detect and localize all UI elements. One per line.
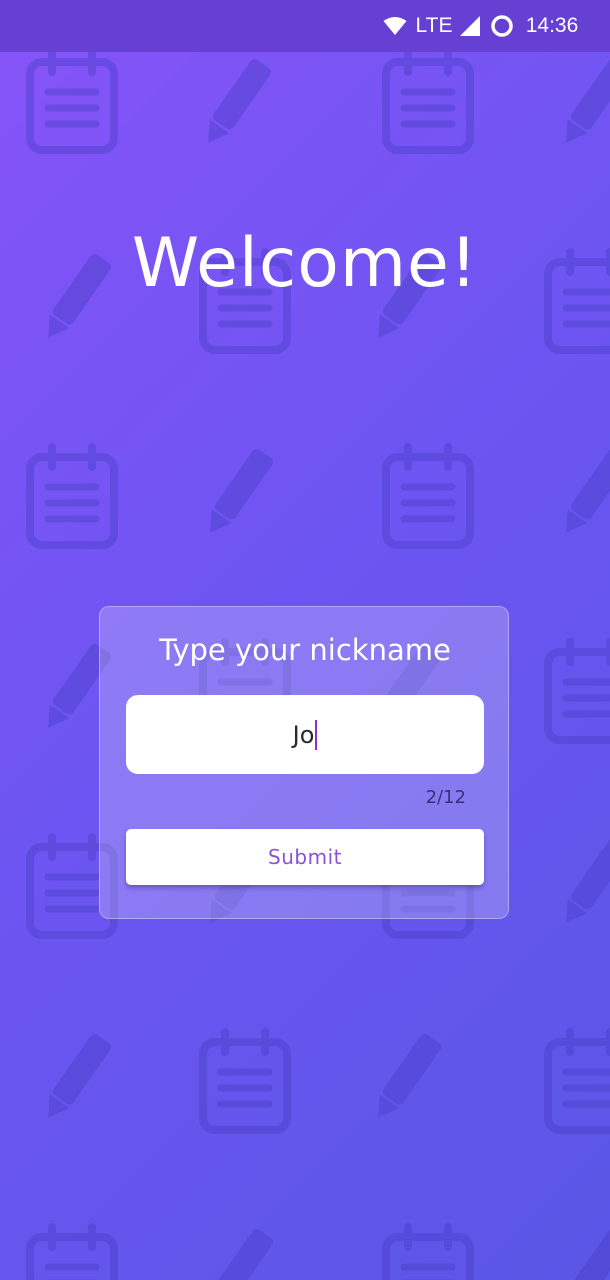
submit-button-label: Submit xyxy=(268,845,342,869)
pencil-icon xyxy=(556,1227,610,1280)
pencil-icon xyxy=(556,447,610,540)
pencil-icon xyxy=(38,1032,114,1125)
clock: 14:36 xyxy=(525,14,579,37)
character-counter: 2/12 xyxy=(425,787,466,808)
sync-circle-icon xyxy=(488,0,516,52)
notepad-icon xyxy=(548,642,610,740)
notepad-icon xyxy=(30,1227,114,1280)
nickname-input-value: Jo xyxy=(292,720,315,749)
submit-button[interactable]: Submit xyxy=(126,829,484,885)
wifi-icon xyxy=(382,0,408,52)
notepad-icon xyxy=(386,1227,470,1280)
card-heading: Type your nickname xyxy=(159,633,451,667)
pencil-icon xyxy=(200,1227,276,1280)
notepad-icon xyxy=(548,1032,610,1130)
text-cursor xyxy=(315,719,318,750)
pencil-icon xyxy=(198,57,274,150)
notepad-icon xyxy=(203,1032,287,1130)
notepad-icon xyxy=(30,447,114,545)
notepad-icon xyxy=(386,52,470,150)
nickname-input[interactable]: Jo xyxy=(126,695,484,774)
nickname-card: Type your nickname Jo 2/12 Submit xyxy=(99,606,509,919)
notepad-icon xyxy=(386,447,470,545)
signal-icon xyxy=(458,0,482,52)
network-type: LTE xyxy=(415,14,453,37)
pencil-icon xyxy=(200,447,276,540)
notepad-icon xyxy=(30,52,114,150)
pencil-icon xyxy=(556,57,610,150)
status-bar: LTE 14:36 xyxy=(0,0,610,52)
pencil-icon xyxy=(368,1032,444,1125)
page-title: Welcome! xyxy=(131,224,479,303)
pencil-icon xyxy=(556,837,610,930)
